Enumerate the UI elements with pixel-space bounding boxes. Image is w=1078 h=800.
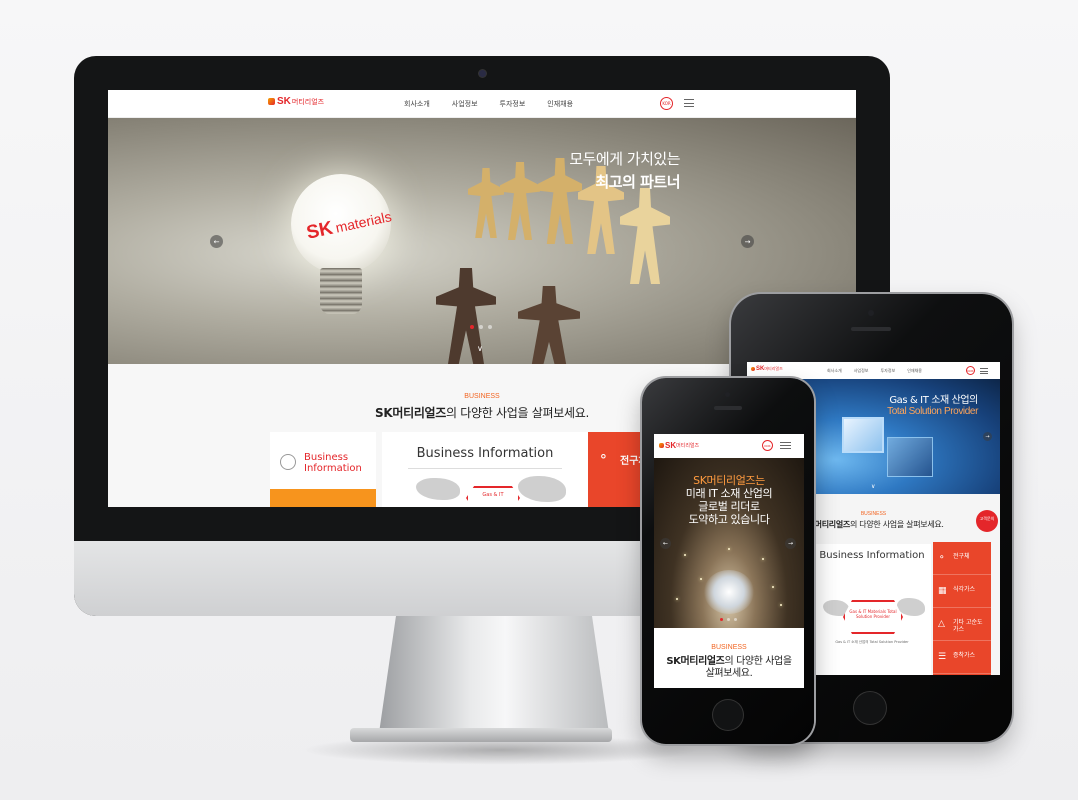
chip-image [887, 437, 933, 477]
layers-icon: ☰ [938, 652, 947, 662]
lightbulb-base [320, 268, 362, 314]
nav-item-company[interactable]: 회사소개 [404, 99, 430, 109]
globe-icon [280, 454, 296, 470]
phone-header: SK 머티리얼즈 KOR [654, 434, 804, 458]
sk-wing-icon [751, 367, 755, 371]
slider-dots[interactable] [720, 618, 737, 621]
speaker-grille [851, 327, 891, 331]
customer-inquiry-button[interactable]: 고객문의 [976, 510, 998, 532]
imac-foot [350, 728, 612, 742]
logo-name-text: 머티리얼즈 [291, 97, 325, 106]
phone-business-section: BUSINESS SK머티리얼즈의 다양한 사업을 살펴보세요. [654, 628, 804, 688]
chip-image [842, 417, 884, 453]
language-button[interactable]: KOR [966, 366, 975, 375]
hero-line-1: Gas & IT 소재 산업의 [889, 395, 978, 406]
desktop-header: SK 머티리얼즈 회사소개 사업정보 투자정보 인재채용 KOR [108, 90, 856, 118]
business-overview-card: Business Information Gas & IT Materials … [813, 544, 931, 675]
flask-icon: △ [938, 619, 945, 629]
hero-line-4: 도약하고 있습니다 [688, 513, 770, 526]
nav-item-company[interactable]: 회사소개 [827, 368, 842, 374]
card-mid-title: Business Information [416, 446, 554, 461]
paper-figure [468, 168, 504, 238]
sk-wing-icon [659, 443, 664, 448]
chevron-right-icon[interactable]: → [983, 432, 992, 441]
card-caption: Gas & IT 소재 산업의 Total Solution Provider [835, 640, 909, 644]
language-label: KOR [662, 101, 671, 106]
hero-line-1: 모두에게 가치있는 [569, 150, 680, 168]
tablet-nav: 회사소개 사업정보 투자정보 인재채용 [827, 368, 922, 374]
hero-line-1: SK머티리얼즈는 [693, 474, 765, 487]
nav-item-careers[interactable]: 인재채용 [547, 99, 573, 109]
imac-stand [378, 612, 610, 740]
paper-figure [620, 188, 670, 284]
responsive-mockup-stage: SK 머티리얼즈 회사소개 사업정보 투자정보 인재채용 KOR SK mate… [0, 0, 1078, 800]
glowing-globe-image [704, 570, 754, 614]
camera-icon [725, 392, 730, 397]
speaker-grille [714, 406, 742, 410]
phone-screen: SK 머티리얼즈 KOR SK머티리얼즈는 미래 IT 소재 산업의 글로벌 리… [654, 434, 804, 688]
business-overview-card: Business Information Gas & IT [382, 432, 588, 507]
menu-item-deposition-gas[interactable]: ☰ 증착가스 [933, 641, 991, 674]
tablet-header: SK 머티리얼즈 회사소개 사업정보 투자정보 인재채용 KOR [747, 362, 1000, 379]
chevron-left-icon[interactable]: ← [660, 538, 671, 549]
nav-item-business[interactable]: 사업정보 [452, 99, 478, 109]
language-button[interactable]: KOR [660, 97, 673, 110]
hero-line-2: Total Solution Provider [887, 406, 978, 417]
sk-logo[interactable]: SK 머티리얼즈 [268, 96, 324, 107]
nav-item-investor[interactable]: 투자정보 [500, 99, 526, 109]
hamburger-icon[interactable] [980, 368, 988, 374]
home-button[interactable] [713, 700, 743, 730]
sk-logo[interactable]: SK 머티리얼즈 [659, 441, 699, 450]
business-tag: BUSINESS [711, 644, 747, 651]
paper-figure [500, 162, 540, 240]
sk-logo[interactable]: SK 머티리얼즈 [751, 366, 783, 372]
phone-device: SK 머티리얼즈 KOR SK머티리얼즈는 미래 IT 소재 산업의 글로벌 리… [642, 378, 814, 744]
molecule-icon: ⚬ [938, 553, 946, 563]
logo-sk-text: SK [277, 96, 291, 107]
business-title: SK머티리얼즈의 다양한 사업을 살펴보세요. [666, 656, 792, 679]
nav-item-investor[interactable]: 투자정보 [880, 368, 895, 374]
sk-wing-icon [268, 98, 275, 105]
world-map [897, 598, 925, 616]
chevron-right-icon[interactable]: → [785, 538, 796, 549]
menu-item-other-gas[interactable]: △ 기타 고순도가스 [933, 608, 991, 641]
hero-line-3: 글로벌 리더로 [698, 500, 760, 513]
desktop-nav: 회사소개 사업정보 투자정보 인재채용 [404, 99, 573, 109]
hero-copy: 모두에게 가치있는 최고의 파트너 [569, 148, 680, 192]
phone-hero-slider: SK머티리얼즈는 미래 IT 소재 산업의 글로벌 리더로 도약하고 있습니다 … [654, 458, 804, 628]
business-info-card[interactable]: Business Information [270, 432, 376, 507]
chevron-left-icon[interactable]: ← [210, 235, 223, 248]
precursor-card[interactable]: ⚬ 전구체 [588, 432, 650, 507]
language-button[interactable]: KOR [762, 440, 773, 451]
card-left-label: Business Information [304, 452, 362, 474]
world-map [518, 476, 566, 502]
paper-figure [518, 286, 580, 364]
menu-item-etching-gas[interactable]: ▦ 식각가스 [933, 575, 991, 608]
hero-line-2: 최고의 파트너 [595, 173, 680, 191]
hamburger-icon[interactable] [684, 99, 694, 107]
paper-figure [436, 268, 496, 364]
card-orange-bar [270, 489, 376, 507]
hero-copy: SK머티리얼즈는 미래 IT 소재 산업의 글로벌 리더로 도약하고 있습니다 [654, 474, 804, 526]
camera-icon [479, 70, 486, 77]
business-menu: ⚬ 전구체 ▦ 식각가스 △ 기타 고순도가스 ☰ 증착가스 [933, 542, 991, 675]
card-mid-title: Business Information [819, 550, 925, 561]
menu-item-precursor[interactable]: ⚬ 전구체 [933, 542, 991, 575]
slider-dots[interactable] [470, 325, 492, 329]
hero-line-2: 미래 IT 소재 산업의 [685, 487, 773, 500]
camera-icon [868, 310, 874, 316]
hamburger-icon[interactable] [780, 442, 791, 449]
nav-item-business[interactable]: 사업정보 [854, 368, 869, 374]
nav-item-careers[interactable]: 인재채용 [907, 368, 922, 374]
scroll-down-icon[interactable]: ∨ [477, 344, 483, 353]
molecule-icon: ⚬ [598, 450, 609, 465]
scroll-down-icon[interactable]: ∨ [871, 483, 875, 490]
hex-badge: Gas & IT Materials Total Solution Provid… [843, 600, 903, 634]
chevron-right-icon[interactable]: → [741, 235, 754, 248]
chip-icon: ▦ [938, 586, 947, 596]
hex-badge: Gas & IT [466, 486, 520, 507]
home-button[interactable] [854, 692, 886, 724]
world-map [416, 478, 460, 500]
